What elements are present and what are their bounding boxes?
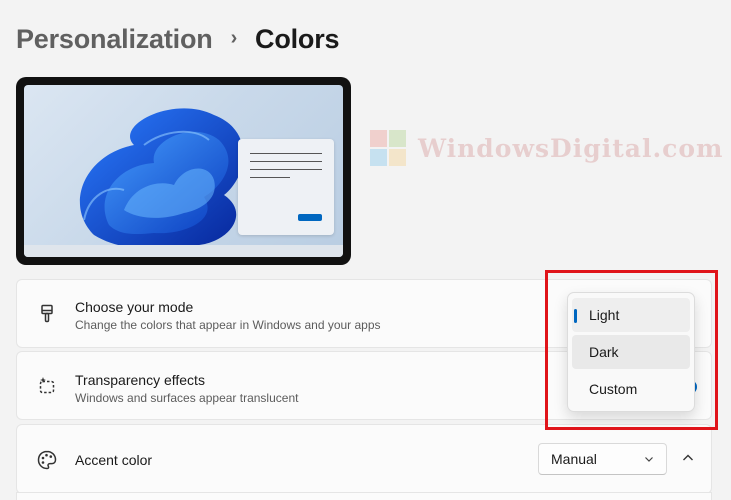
transparency-icon [36,375,58,397]
breadcrumb-parent-link[interactable]: Personalization [16,24,213,55]
watermark: WindowsDigital.com [370,130,724,166]
preview-text-line [250,153,322,154]
accent-setting-card[interactable]: Accent color Manual [16,424,712,494]
accent-expanded-panel [16,492,712,500]
accent-select-value: Manual [551,451,597,467]
accent-title: Accent color [75,452,153,468]
watermark-text: WindowsDigital.com [418,133,724,163]
paintbrush-icon [36,303,58,325]
theme-preview [16,77,351,265]
preview-text-line [250,177,290,178]
page-title: Colors [255,24,340,54]
preview-taskbar [24,245,343,257]
breadcrumb-separator: › [230,27,238,49]
transparency-description: Windows and surfaces appear translucent [75,391,299,405]
mode-title: Choose your mode [75,299,194,315]
preview-window [238,139,334,235]
chevron-up-icon [683,454,693,461]
palette-icon [36,449,58,471]
preview-text-line [250,161,322,162]
highlight-annotation [545,270,718,430]
breadcrumb: Personalization › Colors [16,24,340,55]
preview-desktop [24,85,343,257]
preview-accent-button [298,214,322,221]
collapse-button[interactable] [677,447,699,469]
accent-color-select[interactable]: Manual [538,443,667,475]
mode-description: Change the colors that appear in Windows… [75,318,381,332]
windows-logo-icon [370,130,406,166]
chevron-down-icon [645,457,653,462]
preview-text-line [250,169,322,170]
transparency-title: Transparency effects [75,372,205,388]
